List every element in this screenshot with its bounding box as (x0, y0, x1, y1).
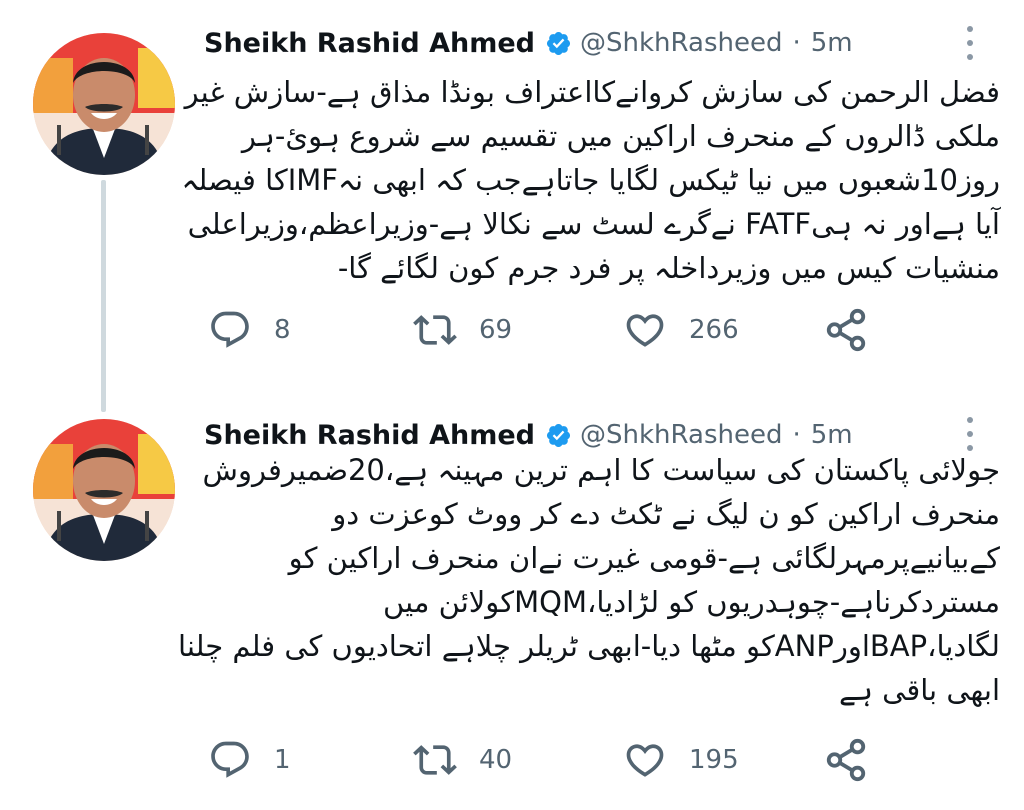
like-button[interactable]: 266 (623, 308, 823, 352)
like-count: 195 (689, 745, 739, 775)
tweet-text-line: فضل الرحمن کی سازش کروانےکااعتراف بونڈا … (184, 75, 1000, 109)
tweet-text-line: منشیات کیس میں وزیرداخلہ پر فرد جرم کون … (337, 251, 1000, 285)
like-button[interactable]: 195 (623, 738, 823, 782)
reply-icon (211, 741, 249, 778)
like-count: 266 (689, 315, 739, 345)
avatar[interactable] (33, 419, 175, 561)
tweet-text-line: آیا ہےاور نہ ہیFATF نےگرے لسٹ سے نکالا ہ… (187, 207, 1000, 241)
share-button[interactable] (823, 307, 869, 353)
author-handle[interactable]: @ShkhRasheed (580, 420, 782, 450)
like-icon (626, 314, 664, 347)
more-icon[interactable] (966, 26, 974, 60)
verified-badge-icon (546, 423, 571, 447)
separator-dot: · (792, 28, 801, 58)
tweet-text-line: لگادیا،BAPاورANPکو مٹھا دیا-ابھی ٹریلر چ… (178, 629, 1000, 663)
tweet[interactable]: Sheikh Rashid Ahmed @ShkhRasheed · 5m جو… (0, 405, 1024, 810)
author-handle[interactable]: @ShkhRasheed (580, 28, 782, 58)
tweet-header: Sheikh Rashid Ahmed @ShkhRasheed · 5m (204, 23, 984, 63)
avatar-image (33, 33, 175, 175)
separator-dot: · (792, 420, 801, 450)
tweet-actions: 8 69 266 (208, 306, 869, 354)
avatar[interactable] (33, 33, 175, 175)
tweet-text-line: جولائی پاکستان کی سیاست کا اہم ترین مہین… (202, 453, 1000, 487)
more-icon[interactable] (966, 417, 974, 451)
tweet-text: فضل الرحمن کی سازش کروانےکااعتراف بونڈا … (181, 70, 1000, 290)
reply-button[interactable]: 1 (208, 738, 413, 782)
share-button[interactable] (823, 737, 869, 783)
tweet-text: جولائی پاکستان کی سیاست کا اہم ترین مہین… (178, 448, 1000, 712)
tweet-text-line: ابھی باقی ہے (838, 673, 1000, 707)
reply-count: 8 (274, 315, 291, 345)
tweet-text-line: کےبیانیےپرمہرلگائی ہے-قومی غیرت نےان منح… (288, 541, 1000, 575)
tweet[interactable]: Sheikh Rashid Ahmed @ShkhRasheed · 5m فض… (0, 0, 1024, 405)
tweet-text-line: منحرف اراکین کو ن لیگ نے ٹکٹ دے کر ووٹ ک… (332, 497, 1000, 531)
reply-button[interactable]: 8 (208, 308, 413, 352)
timestamp[interactable]: 5m (811, 28, 853, 58)
share-icon (826, 308, 866, 352)
tweet-text-line: روز10شعبوں میں نیا ٹیکس لگایا جاتاہےجب ک… (181, 163, 1000, 197)
reply-count: 1 (274, 745, 291, 775)
verified-badge-icon (546, 31, 571, 55)
retweet-button[interactable]: 40 (413, 738, 623, 782)
retweet-count: 40 (479, 745, 513, 775)
author-name[interactable]: Sheikh Rashid Ahmed (204, 28, 535, 59)
tweet-actions: 1 40 195 (208, 736, 869, 784)
tweet-text-line: ملکی ڈالروں کے منحرف اراکین میں تقسیم سے… (241, 119, 1000, 153)
share-icon (826, 738, 866, 782)
author-name[interactable]: Sheikh Rashid Ahmed (204, 420, 535, 451)
timestamp[interactable]: 5m (811, 420, 853, 450)
retweet-button[interactable]: 69 (413, 308, 623, 352)
retweet-count: 69 (479, 315, 513, 345)
avatar-image (33, 419, 175, 561)
like-icon (626, 744, 664, 777)
retweet-icon (413, 315, 457, 345)
retweet-icon (413, 745, 457, 775)
tweet-text-line: مستردکرناہے-چوہدریوں کو لڑادیا،MQMکولائن… (383, 585, 1000, 619)
reply-icon (211, 311, 249, 348)
